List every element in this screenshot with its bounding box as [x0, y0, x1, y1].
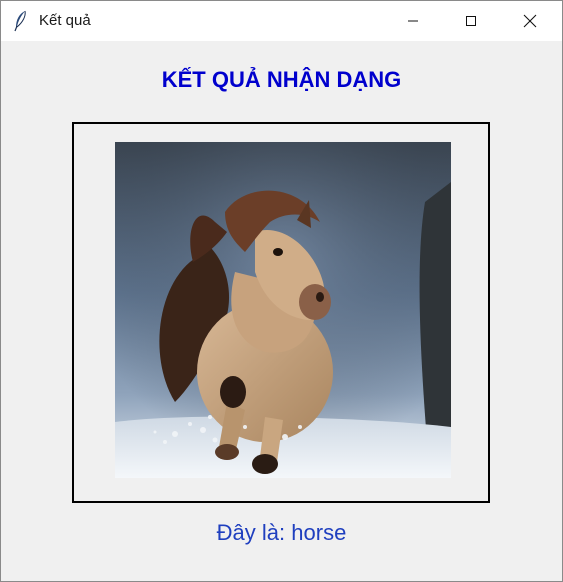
maximize-button[interactable] [442, 1, 500, 41]
page-title: KẾT QUẢ NHẬN DẠNG [161, 67, 402, 92]
result-value: horse [291, 520, 347, 545]
minimize-button[interactable] [384, 1, 442, 41]
close-icon [523, 14, 537, 28]
window-title: Kết quả [39, 12, 91, 29]
result-prefix: Đây là: [216, 520, 286, 545]
image-frame [72, 122, 490, 503]
feather-icon [14, 10, 26, 32]
minimize-icon [408, 20, 418, 22]
title-bar[interactable]: Kết quả [1, 1, 562, 41]
result-label: Đây là: horse [1, 520, 562, 546]
horse-photo [115, 142, 451, 478]
maximize-icon [466, 16, 476, 26]
close-button[interactable] [501, 1, 559, 41]
app-window: Kết quả KẾT QUẢ NHẬN DẠNG Đây là: horse [0, 0, 563, 582]
